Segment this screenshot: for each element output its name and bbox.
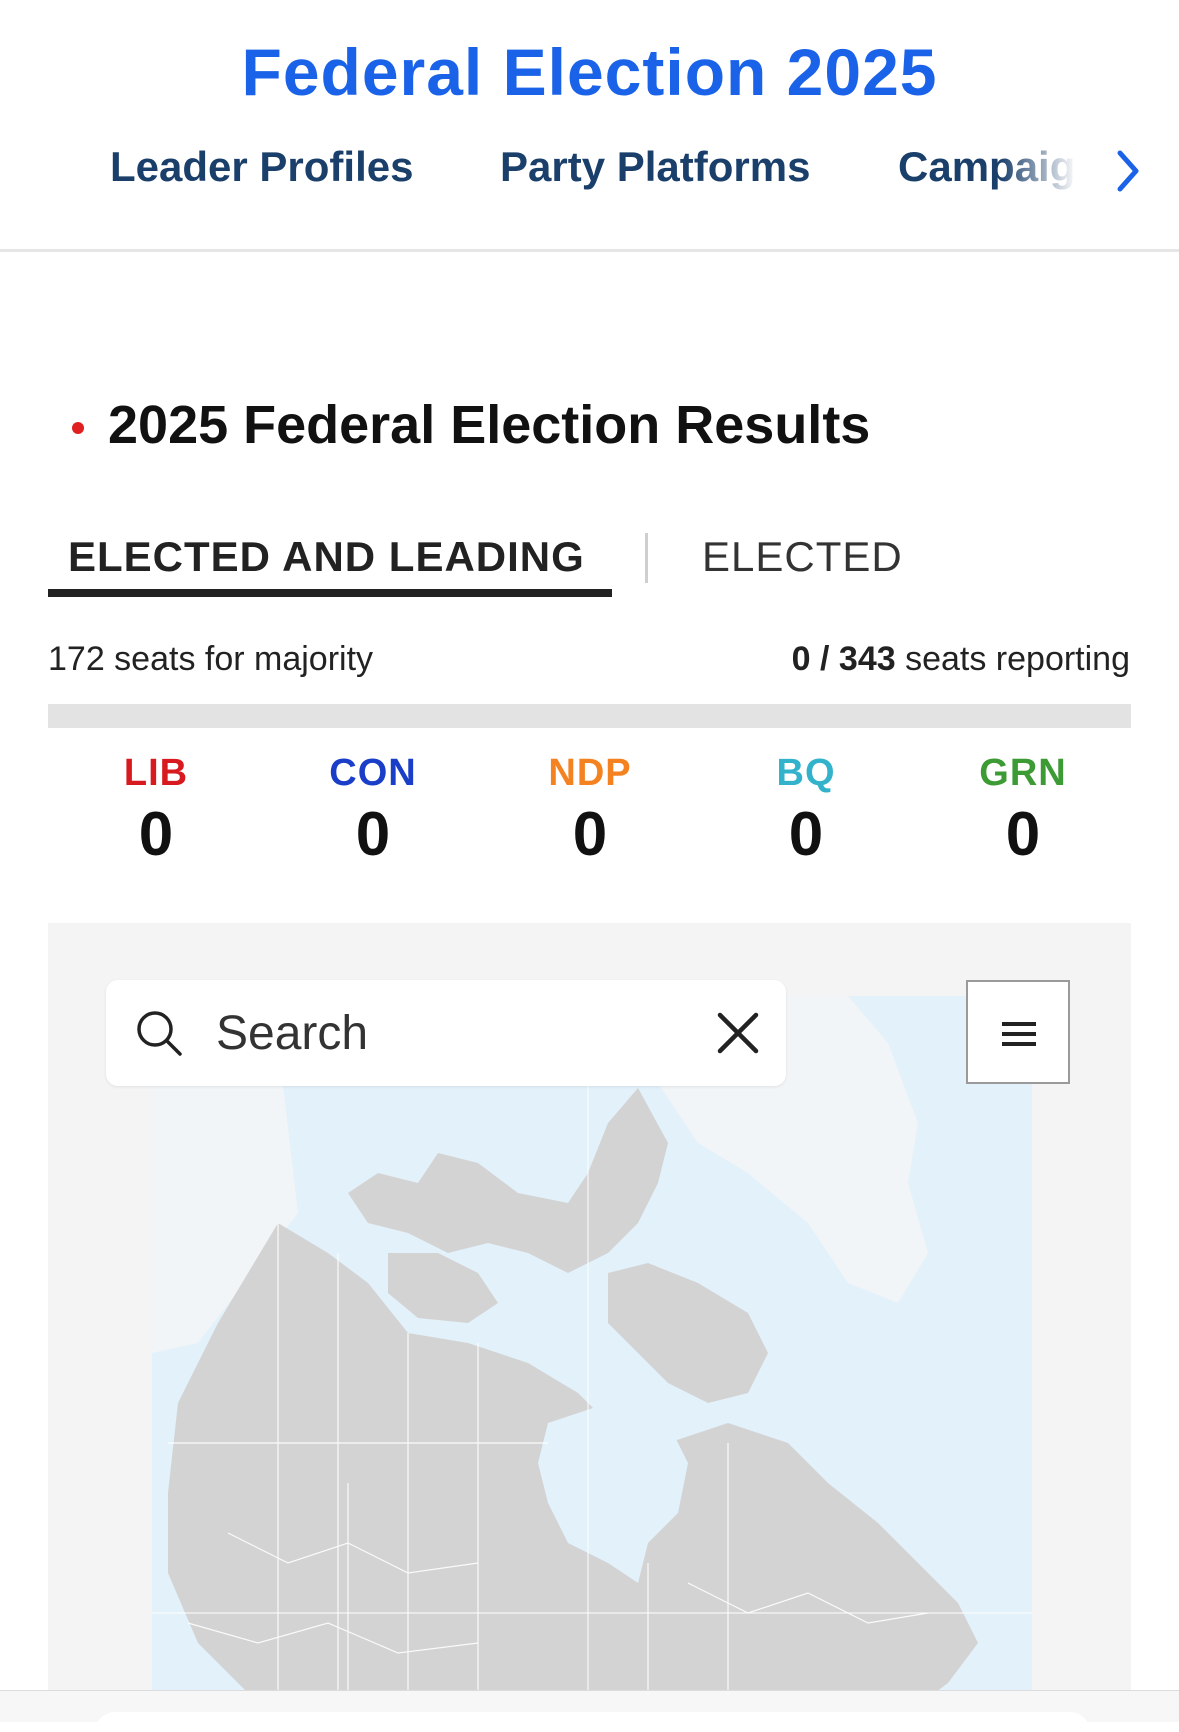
tab-divider [645, 533, 648, 583]
seats-reporting-count: 0 / 343 [791, 640, 896, 678]
results-title: 2025 Federal Election Results [108, 395, 871, 455]
section-nav: Leader Profiles Party Platforms Campaign [0, 143, 1110, 199]
site-header: Federal Election 2025 Leader Profiles Pa… [0, 0, 1179, 252]
bottom-sheet-handle[interactable] [95, 1712, 1090, 1732]
party-con: CON 0 [265, 752, 481, 870]
party-seat-count: 0 [355, 800, 391, 869]
party-seat-count: 0 [1005, 800, 1041, 869]
party-seat-count: 0 [788, 800, 824, 869]
search-input[interactable] [216, 998, 646, 1068]
party-seat-count: 0 [138, 800, 174, 869]
active-tab-indicator [48, 589, 612, 597]
party-lib: LIB 0 [48, 752, 264, 870]
party-abbr: NDP [548, 752, 632, 794]
party-abbr: CON [329, 752, 417, 794]
party-grn: GRN 0 [915, 752, 1131, 870]
seats-reporting-suffix: seats reporting [895, 640, 1130, 678]
majority-threshold-text: 172 seats for majority [48, 640, 374, 678]
bullet-dot [72, 422, 84, 434]
site-title[interactable]: Federal Election 2025 [0, 34, 1179, 110]
party-seat-count: 0 [572, 800, 608, 869]
nav-fade [1000, 143, 1110, 199]
search-icon [137, 1011, 182, 1056]
party-abbr: LIB [123, 752, 189, 794]
seats-progress-bar [48, 704, 1131, 728]
party-bq: BQ 0 [698, 752, 914, 870]
tab-elected-and-leading[interactable]: ELECTED AND LEADING [68, 533, 585, 581]
party-abbr: GRN [979, 752, 1067, 794]
party-abbr: BQ [776, 752, 836, 794]
party-ndp: NDP 0 [482, 752, 698, 870]
map-menu-button[interactable] [966, 980, 1070, 1084]
tab-elected[interactable]: ELECTED [702, 533, 903, 581]
nav-item-leader-profiles[interactable]: Leader Profiles [110, 143, 413, 191]
riding-map-panel [48, 923, 1131, 1721]
chevron-right-icon[interactable] [1108, 143, 1148, 199]
hamburger-icon [1002, 1022, 1036, 1046]
seats-reporting-text: 0 / 343 seats reporting [792, 640, 1130, 679]
close-icon[interactable] [716, 1011, 760, 1055]
riding-search-box[interactable] [106, 980, 786, 1086]
nav-item-party-platforms[interactable]: Party Platforms [500, 143, 810, 191]
